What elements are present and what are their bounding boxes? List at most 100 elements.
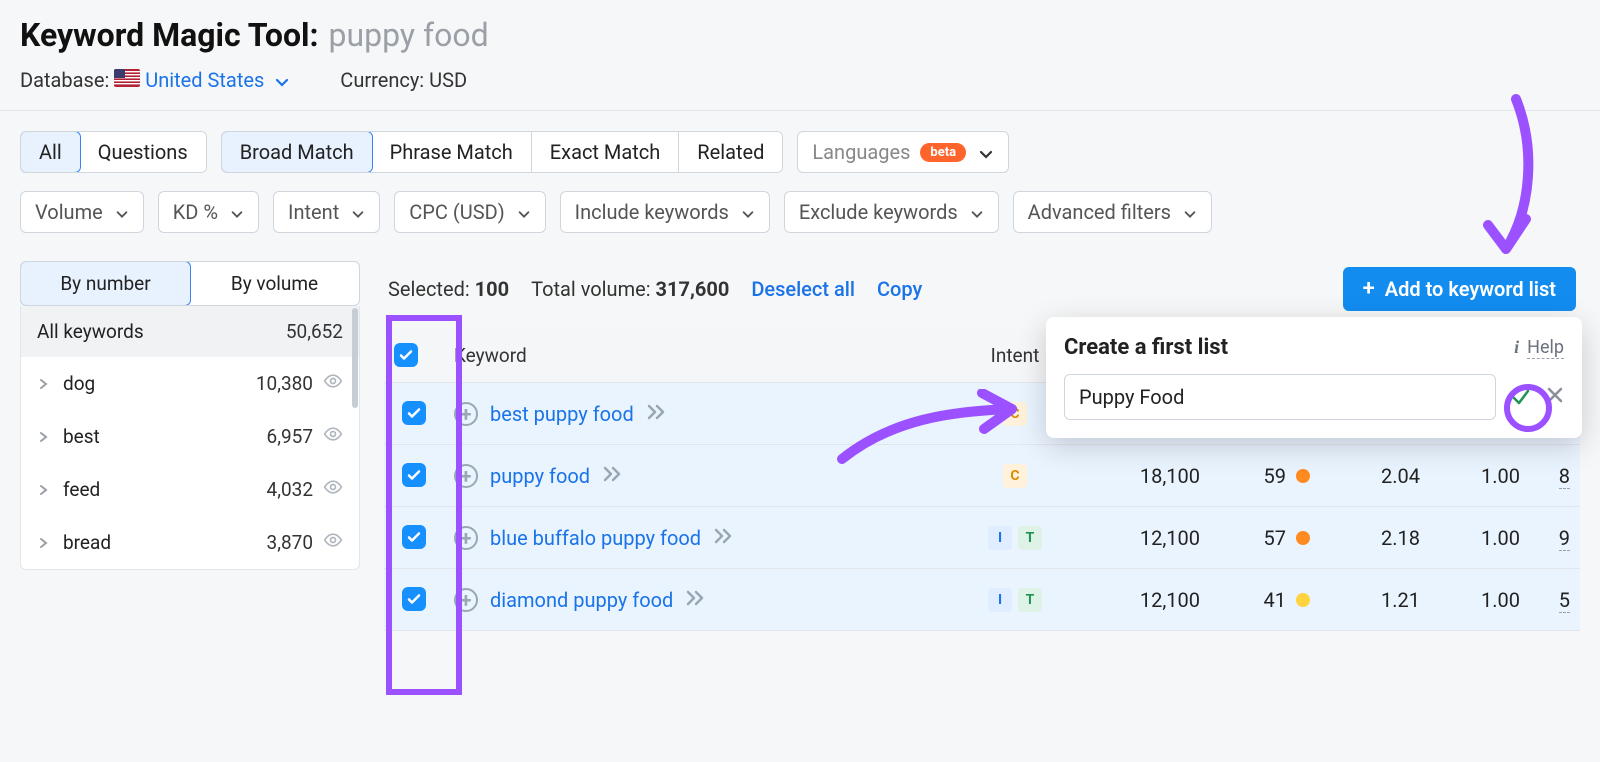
meta-row: Database: United States Currency: USD (20, 68, 1580, 92)
add-keyword-icon[interactable]: + (454, 526, 478, 550)
tab-broad-match[interactable]: Broad Match (221, 131, 373, 173)
page-title-row: Keyword Magic Tool: puppy food (20, 16, 1580, 54)
tab-all[interactable]: All (20, 131, 81, 173)
sidebar-group[interactable]: best 6,957 (21, 410, 359, 463)
list-name-input[interactable] (1064, 374, 1496, 420)
intent-badge-c: C (1003, 464, 1027, 488)
intent-badge-t: T (1018, 588, 1042, 612)
sidebar-group[interactable]: feed 4,032 (21, 463, 359, 516)
query-term: puppy food (329, 16, 489, 54)
tab-questions[interactable]: Questions (80, 132, 206, 172)
beta-badge: beta (920, 143, 966, 162)
row-checkbox[interactable] (402, 463, 426, 487)
sidebar-group[interactable]: dog 10,380 (21, 357, 359, 410)
filter-intent[interactable]: Intent (273, 191, 380, 233)
sidebar-all-label: All keywords (37, 320, 144, 343)
create-list-popover: Create a first list i Help (1046, 317, 1582, 438)
volume-cell: 12,100 (1070, 569, 1210, 631)
sidebar-group-count: 6,957 (267, 425, 313, 448)
chevron-down-icon (741, 200, 755, 224)
tab-phrase-match[interactable]: Phrase Match (372, 132, 532, 172)
eye-icon[interactable] (323, 530, 343, 555)
volume-cell: 12,100 (1070, 507, 1210, 569)
sidebar-group[interactable]: bread 3,870 (21, 516, 359, 569)
sidebar-group-count: 4,032 (267, 478, 313, 501)
expand-icon[interactable] (646, 402, 668, 426)
keyword-link[interactable]: diamond puppy food (490, 588, 673, 612)
confirm-button[interactable] (1506, 382, 1536, 412)
add-keyword-icon[interactable]: + (454, 464, 478, 488)
sidebar-group-count: 10,380 (256, 372, 313, 395)
deselect-all-link[interactable]: Deselect all (751, 277, 855, 301)
chevron-down-icon (230, 200, 244, 224)
sidebar-all-keywords[interactable]: All keywords 50,652 (21, 306, 359, 357)
add-keyword-icon[interactable]: + (454, 588, 478, 612)
sidebar-scrollbar[interactable] (351, 306, 359, 569)
row-checkbox[interactable] (402, 587, 426, 611)
selected-count: Selected: 100 (388, 277, 509, 301)
sidebar-group-count: 3,870 (267, 531, 313, 554)
col-checkbox (384, 329, 444, 383)
filter-include[interactable]: Include keywords (560, 191, 770, 233)
kd-dot-icon (1296, 593, 1310, 607)
filter-cpc[interactable]: CPC (USD) (394, 191, 545, 233)
close-button[interactable] (1546, 385, 1564, 410)
eye-icon[interactable] (323, 424, 343, 449)
popover-title: Create a first list (1064, 335, 1228, 360)
us-flag-icon (114, 69, 140, 87)
database-value: United States (145, 68, 264, 92)
chevron-down-icon (970, 200, 984, 224)
sidebar-group-name: dog (63, 372, 95, 395)
chevron-right-icon (37, 478, 49, 501)
sidebar: By number By volume All keywords 50,652 … (20, 261, 360, 631)
popover-help-link[interactable]: i Help (1514, 337, 1564, 359)
copy-link[interactable]: Copy (877, 277, 922, 301)
keyword-link[interactable]: blue buffalo puppy food (490, 526, 701, 550)
chevron-right-icon (37, 425, 49, 448)
sidebar-tab-by-volume[interactable]: By volume (190, 262, 359, 305)
database-label: Database: (20, 68, 109, 92)
expand-icon[interactable] (685, 588, 707, 612)
keyword-link[interactable]: best puppy food (490, 402, 634, 426)
row-checkbox[interactable] (402, 401, 426, 425)
comp-cell: 1.00 (1430, 445, 1530, 507)
expand-icon[interactable] (602, 464, 624, 488)
filter-kd[interactable]: KD % (158, 191, 259, 233)
tab-related[interactable]: Related (679, 132, 782, 172)
filter-advanced[interactable]: Advanced filters (1013, 191, 1212, 233)
table-row: + blue buffalo puppy food IT 12,100 57 2… (384, 507, 1580, 569)
expand-icon[interactable] (713, 526, 735, 550)
results-cell: 8 (1530, 445, 1580, 507)
match-tabs: Broad Match Phrase Match Exact Match Rel… (221, 131, 784, 173)
comp-cell: 1.00 (1430, 507, 1530, 569)
intent-badge-i: I (988, 588, 1012, 612)
database-selector[interactable]: Database: United States (20, 68, 290, 92)
keyword-link[interactable]: puppy food (490, 464, 590, 488)
add-to-keyword-list-button[interactable]: + Add to keyword list (1343, 267, 1576, 311)
intent-badge-c: C (1003, 402, 1027, 426)
intent-badge-i: I (988, 526, 1012, 550)
select-all-checkbox[interactable] (394, 343, 418, 367)
filter-exclude[interactable]: Exclude keywords (784, 191, 999, 233)
plus-icon: + (1363, 278, 1375, 300)
eye-icon[interactable] (323, 477, 343, 502)
sidebar-tab-by-number[interactable]: By number (20, 261, 191, 306)
kd-dot-icon (1296, 469, 1310, 483)
chevron-right-icon (37, 531, 49, 554)
col-keyword[interactable]: Keyword (444, 329, 960, 383)
chevron-down-icon (115, 200, 129, 224)
chevron-down-icon (978, 140, 994, 164)
filter-volume[interactable]: Volume (20, 191, 144, 233)
add-keyword-icon[interactable]: + (454, 402, 478, 426)
total-volume: Total volume: 317,600 (531, 277, 729, 301)
row-checkbox[interactable] (402, 525, 426, 549)
eye-icon[interactable] (323, 371, 343, 396)
type-tabs: All Questions (20, 131, 207, 173)
sidebar-group-name: bread (63, 531, 111, 554)
table-row: + puppy food C 18,100 59 2.04 1.00 8 (384, 445, 1580, 507)
sidebar-group-name: best (63, 425, 100, 448)
tab-exact-match[interactable]: Exact Match (532, 132, 680, 172)
languages-dropdown[interactable]: Languages beta (797, 131, 1009, 173)
chevron-down-icon (517, 200, 531, 224)
sidebar-group-name: feed (63, 478, 100, 501)
